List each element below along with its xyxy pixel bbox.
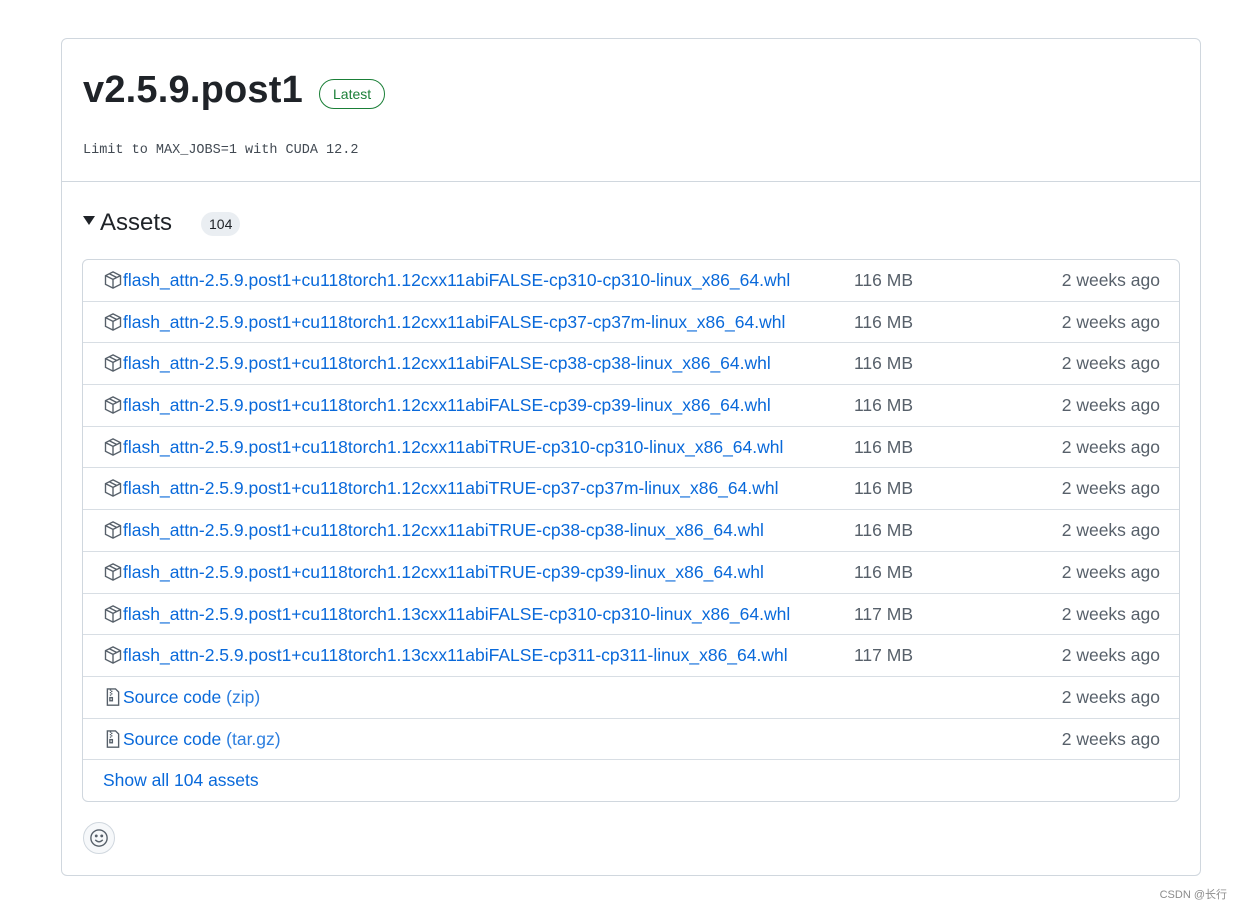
asset-link[interactable]: flash_attn-2.5.9.post1+cu118torch1.13cxx… <box>123 645 788 666</box>
package-icon <box>103 604 123 624</box>
asset-row: flash_attn-2.5.9.post1+cu118torch1.12cxx… <box>83 385 1179 427</box>
source-code-targz-link[interactable]: Source code (tar.gz) <box>123 729 281 750</box>
package-icon <box>103 270 123 290</box>
source-format: (zip) <box>226 686 261 707</box>
package-icon <box>103 437 123 457</box>
add-reaction-button[interactable] <box>83 822 115 854</box>
asset-size: 116 MB <box>854 478 914 499</box>
asset-link[interactable]: flash_attn-2.5.9.post1+cu118torch1.12cxx… <box>123 520 764 541</box>
asset-link[interactable]: flash_attn-2.5.9.post1+cu118torch1.12cxx… <box>123 353 771 374</box>
asset-date: 2 weeks ago <box>1061 353 1160 374</box>
assets-list: flash_attn-2.5.9.post1+cu118torch1.12cxx… <box>82 259 1180 802</box>
source-label: Source code <box>123 686 222 707</box>
asset-date: 2 weeks ago <box>1061 561 1160 582</box>
asset-link[interactable]: flash_attn-2.5.9.post1+cu118torch1.12cxx… <box>123 395 771 416</box>
asset-date: 2 weeks ago <box>1061 603 1160 624</box>
asset-size: 116 MB <box>854 270 914 290</box>
latest-badge: Latest <box>319 79 386 109</box>
asset-date: 2 weeks ago <box>1061 270 1160 290</box>
asset-row: flash_attn-2.5.9.post1+cu118torch1.12cxx… <box>83 302 1179 344</box>
package-icon <box>103 520 123 540</box>
asset-row: flash_attn-2.5.9.post1+cu118torch1.12cxx… <box>83 510 1179 552</box>
asset-link[interactable]: flash_attn-2.5.9.post1+cu118torch1.12cxx… <box>123 478 779 499</box>
file-zip-icon <box>103 729 123 749</box>
watermark: CSDN @长行 <box>1159 889 1227 901</box>
asset-size: 117 MB <box>854 603 914 624</box>
asset-link[interactable]: flash_attn-2.5.9.post1+cu118torch1.12cxx… <box>123 312 785 333</box>
show-all-assets-link[interactable]: Show all 104 assets <box>103 770 259 791</box>
asset-row: flash_attn-2.5.9.post1+cu118torch1.12cxx… <box>83 343 1179 386</box>
asset-size: 117 MB <box>854 645 914 666</box>
source-row: Source code (zip) 2 weeks ago <box>83 677 1179 719</box>
package-icon <box>103 478 123 498</box>
asset-size: 116 MB <box>854 395 914 416</box>
asset-link[interactable]: flash_attn-2.5.9.post1+cu118torch1.12cxx… <box>123 270 790 291</box>
asset-row: flash_attn-2.5.9.post1+cu118torch1.12cxx… <box>83 552 1179 594</box>
asset-date: 2 weeks ago <box>1061 311 1160 332</box>
source-format: (tar.gz) <box>226 728 281 749</box>
package-icon <box>103 312 123 332</box>
release-notes: Limit to MAX_JOBS=1 with CUDA 12.2 <box>83 143 359 158</box>
release-header: v2.5.9.post1 Latest Limit to MAX_JOBS=1 … <box>62 39 1200 182</box>
asset-date: 2 weeks ago <box>1061 478 1160 499</box>
package-icon <box>103 395 123 415</box>
asset-date: 2 weeks ago <box>1061 436 1160 457</box>
asset-date: 2 weeks ago <box>1061 728 1160 749</box>
package-icon <box>103 562 123 582</box>
asset-date: 2 weeks ago <box>1061 395 1160 416</box>
asset-row: flash_attn-2.5.9.post1+cu118torch1.13cxx… <box>83 594 1179 636</box>
asset-size: 116 MB <box>854 353 914 374</box>
smiley-icon <box>90 829 108 847</box>
release-card: v2.5.9.post1 Latest Limit to MAX_JOBS=1 … <box>61 38 1201 876</box>
asset-date: 2 weeks ago <box>1061 645 1160 666</box>
caret-down-icon[interactable] <box>83 216 95 225</box>
asset-row: flash_attn-2.5.9.post1+cu118torch1.12cxx… <box>83 427 1179 469</box>
file-zip-icon <box>103 687 123 707</box>
assets-count-badge: 104 <box>201 212 241 236</box>
package-icon <box>103 353 123 373</box>
source-label: Source code <box>123 728 222 749</box>
asset-size: 116 MB <box>854 436 914 457</box>
asset-date: 2 weeks ago <box>1061 520 1160 541</box>
release-title[interactable]: v2.5.9.post1 <box>83 69 303 112</box>
asset-link[interactable]: flash_attn-2.5.9.post1+cu118torch1.12cxx… <box>123 437 783 458</box>
asset-size: 116 MB <box>854 311 914 332</box>
asset-size: 116 MB <box>854 520 914 541</box>
asset-link[interactable]: flash_attn-2.5.9.post1+cu118torch1.13cxx… <box>123 604 790 625</box>
asset-date: 2 weeks ago <box>1061 686 1160 707</box>
asset-row: flash_attn-2.5.9.post1+cu118torch1.12cxx… <box>83 468 1179 511</box>
asset-size: 116 MB <box>854 561 914 582</box>
source-row: Source code (tar.gz) 2 weeks ago <box>83 719 1179 761</box>
assets-title[interactable]: Assets <box>100 209 172 237</box>
asset-row: flash_attn-2.5.9.post1+cu118torch1.13cxx… <box>83 635 1179 677</box>
asset-row: flash_attn-2.5.9.post1+cu118torch1.12cxx… <box>83 260 1179 302</box>
source-code-zip-link[interactable]: Source code (zip) <box>123 687 260 708</box>
package-icon <box>103 645 123 665</box>
asset-link[interactable]: flash_attn-2.5.9.post1+cu118torch1.12cxx… <box>123 562 764 583</box>
